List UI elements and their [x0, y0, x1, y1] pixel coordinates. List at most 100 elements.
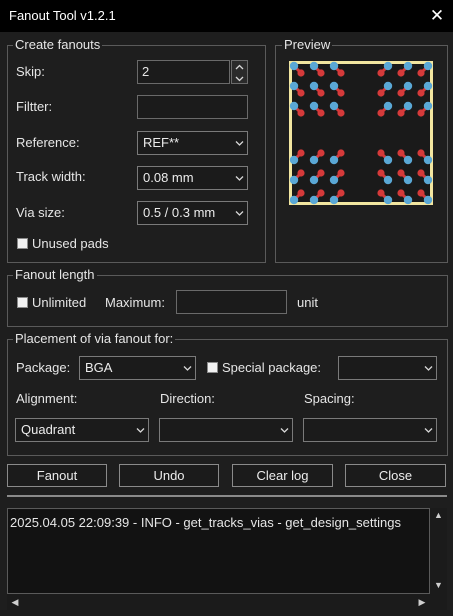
preview-pad [337, 109, 345, 117]
preview-pad [417, 109, 425, 117]
package-select-value: BGA [85, 360, 113, 375]
preview-via [403, 175, 413, 185]
preview-via [309, 195, 319, 205]
filter-input[interactable] [137, 95, 248, 119]
preview-via [423, 101, 433, 111]
preview-via [329, 81, 339, 91]
preview-via [383, 61, 393, 71]
close-button[interactable]: Close [345, 464, 446, 487]
preview-pad [317, 149, 325, 157]
fanout-length-legend: Fanout length [13, 267, 97, 282]
unlimited-label: Unlimited [32, 295, 87, 310]
preview-via [329, 61, 339, 71]
preview-via [289, 81, 299, 91]
log-panel[interactable]: 2025.04.05 22:09:39 - INFO - get_tracks_… [7, 508, 430, 594]
preview-via [383, 81, 393, 91]
spacing-select[interactable] [303, 418, 437, 442]
preview-via [289, 195, 299, 205]
preview-pad [317, 169, 325, 177]
preview-pad [317, 109, 325, 117]
via-size-label: Via size: [16, 205, 65, 220]
window-title: Fanout Tool v1.2.1 [9, 8, 116, 23]
preview-pad [377, 89, 385, 97]
preview-via [289, 155, 299, 165]
clear-log-button[interactable]: Clear log [232, 464, 333, 487]
scrollbar-corner [430, 594, 447, 610]
preview-via [309, 81, 319, 91]
scroll-down-icon[interactable]: ▼ [430, 580, 447, 590]
preview-via [403, 61, 413, 71]
horizontal-scrollbar[interactable]: ◀ ▶ [7, 594, 430, 610]
package-select[interactable]: BGA [79, 356, 196, 380]
unused-pads-checkbox[interactable] [17, 238, 28, 249]
chevron-down-icon [424, 427, 433, 434]
preview-pad [337, 169, 345, 177]
reference-select[interactable]: REF** [137, 131, 248, 155]
filter-label: Filtter: [16, 99, 53, 114]
skip-input[interactable]: 2 [137, 60, 230, 84]
scroll-right-icon[interactable]: ▶ [416, 597, 428, 607]
preview-legend: Preview [282, 37, 333, 52]
scroll-up-icon[interactable]: ▲ [430, 510, 447, 520]
alignment-select-value: Quadrant [21, 422, 76, 437]
alignment-label: Alignment: [16, 391, 78, 406]
preview-via [329, 101, 339, 111]
vertical-scrollbar[interactable]: ▲ ▼ [430, 508, 447, 594]
track-width-select[interactable]: 0.08 mm [137, 166, 248, 190]
reference-label: Reference: [16, 135, 80, 150]
preview-via [403, 155, 413, 165]
preview-pad [397, 189, 405, 197]
preview-via [383, 101, 393, 111]
preview-via [383, 175, 393, 185]
preview-pad [417, 149, 425, 157]
preview-via [289, 101, 299, 111]
chevron-down-icon [235, 210, 244, 217]
fanout-button[interactable]: Fanout [7, 464, 107, 487]
reference-select-value: REF** [143, 135, 180, 150]
chevron-down-icon [424, 365, 433, 372]
spacing-label: Spacing: [304, 391, 355, 406]
preview-pad [297, 89, 305, 97]
preview-via [289, 175, 299, 185]
preview-via [403, 101, 413, 111]
preview-pad [397, 169, 405, 177]
alignment-select[interactable]: Quadrant [15, 418, 149, 442]
package-label: Package: [16, 360, 71, 375]
via-size-select[interactable]: 0.5 / 0.3 mm [137, 201, 248, 225]
preview-pad [297, 69, 305, 77]
preview-pad [317, 189, 325, 197]
preview-pad [297, 189, 305, 197]
special-package-label: Special package: [222, 360, 322, 375]
skip-spinner[interactable] [231, 60, 248, 84]
unit-label: unit [297, 295, 318, 310]
preview-via [329, 175, 339, 185]
special-package-checkbox[interactable] [207, 362, 218, 373]
maximum-input[interactable] [176, 290, 287, 314]
close-window-button[interactable]: ✕ [426, 5, 448, 27]
scroll-left-icon[interactable]: ◀ [9, 597, 21, 607]
preview-pad [417, 69, 425, 77]
separator [7, 495, 447, 497]
preview-pad [317, 69, 325, 77]
unused-pads-label: Unused pads [32, 236, 109, 251]
via-size-select-value: 0.5 / 0.3 mm [143, 205, 216, 220]
preview-via [289, 61, 299, 71]
chevron-down-icon [235, 175, 244, 182]
create-fanouts-legend: Create fanouts [13, 37, 103, 52]
special-package-select[interactable] [338, 356, 437, 380]
preview-via [403, 81, 413, 91]
spin-down-icon[interactable] [232, 72, 247, 83]
preview-pad [397, 69, 405, 77]
direction-select[interactable] [159, 418, 293, 442]
preview-via [423, 81, 433, 91]
spin-up-icon[interactable] [232, 61, 247, 72]
preview-via [423, 175, 433, 185]
preview-via [309, 61, 319, 71]
unlimited-checkbox[interactable] [17, 297, 28, 308]
preview-via [423, 195, 433, 205]
preview-pad [377, 69, 385, 77]
undo-button[interactable]: Undo [119, 464, 219, 487]
chevron-down-icon [235, 140, 244, 147]
preview-pad [397, 109, 405, 117]
preview-via [383, 195, 393, 205]
